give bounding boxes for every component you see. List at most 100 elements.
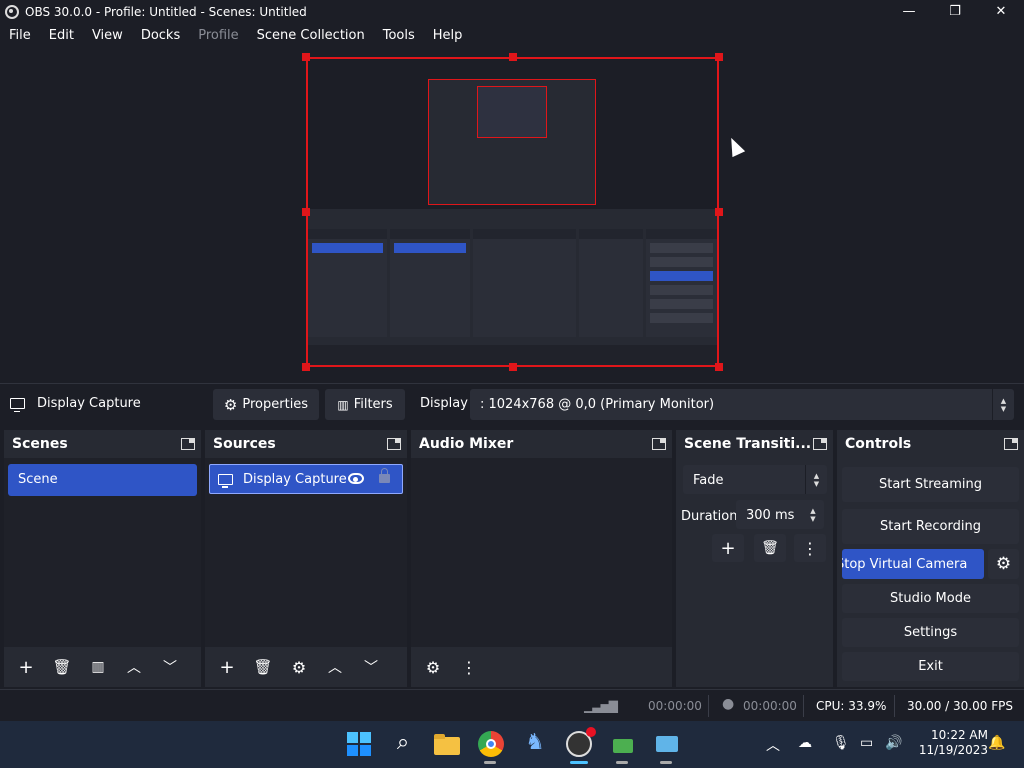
chevron-updown-icon: ▲ ▼ xyxy=(810,506,816,523)
maximize-button[interactable]: ❐ xyxy=(932,0,978,23)
monitor-icon xyxy=(10,398,25,412)
start-streaming-button[interactable]: Start Streaming xyxy=(842,467,1019,502)
menu-profile[interactable]: Profile xyxy=(189,28,247,43)
display-icon[interactable]: ▭ xyxy=(860,735,873,751)
record-status-icon: ● xyxy=(722,696,735,712)
undock-icon[interactable] xyxy=(813,438,827,450)
close-button[interactable]: ✕ xyxy=(978,0,1024,23)
notification-bell-icon[interactable]: 🔔 xyxy=(988,735,1005,751)
filters-icon: ▥ xyxy=(91,659,105,675)
app-rabbit-icon[interactable]: ♞ xyxy=(522,731,548,757)
virtual-camera-settings-button[interactable]: ⚙ xyxy=(988,549,1019,579)
microphone-icon[interactable]: 🎙 xyxy=(832,735,850,751)
duration-label: Duration xyxy=(681,509,738,524)
cpu-usage: CPU: 33.9% xyxy=(816,699,887,713)
resize-handle-r[interactable] xyxy=(715,208,723,216)
trash-icon: 🗑 xyxy=(52,658,72,676)
undock-icon[interactable] xyxy=(387,438,401,450)
scene-filters-button[interactable]: ▥ xyxy=(80,653,116,681)
remove-transition-button[interactable]: 🗑 xyxy=(754,534,786,562)
add-transition-button[interactable]: + xyxy=(712,534,744,562)
resize-handle-tl[interactable] xyxy=(302,53,310,61)
fps-readout: 30.00 / 30.00 FPS xyxy=(907,699,1013,713)
studio-mode-button[interactable]: Studio Mode xyxy=(842,584,1019,613)
exit-button[interactable]: Exit xyxy=(842,652,1019,681)
move-scene-down-button[interactable]: ﹀ xyxy=(152,653,188,681)
transition-menu-button[interactable]: ⋮ xyxy=(794,534,826,562)
status-bar: ▁▃▅▇ 00:00:00 ● 00:00:00 CPU: 33.9% 30.0… xyxy=(0,689,1024,721)
add-source-button[interactable]: + xyxy=(209,653,245,681)
chevron-down-icon: ﹀ xyxy=(364,660,378,676)
menu-help[interactable]: Help xyxy=(424,28,472,43)
source-properties-button[interactable]: ⚙ xyxy=(281,653,317,681)
display-select[interactable]: : 1024x768 @ 0,0 (Primary Monitor) ▲ ▼ xyxy=(470,389,1014,420)
scenes-dock: Scenes Scene + 🗑 ▥ ︿ ﹀ xyxy=(4,430,201,687)
sources-footer: + 🗑 ⚙ ︿ ﹀ xyxy=(205,647,407,687)
scenes-footer: + 🗑 ▥ ︿ ﹀ xyxy=(4,647,201,687)
sources-dock-title: Sources xyxy=(213,436,276,452)
undock-icon[interactable] xyxy=(181,438,195,450)
resize-handle-br[interactable] xyxy=(715,363,723,371)
speaker-icon[interactable]: 🔊 xyxy=(885,735,902,751)
remove-source-button[interactable]: 🗑 xyxy=(245,653,281,681)
chrome-icon[interactable] xyxy=(478,731,504,757)
undock-icon[interactable] xyxy=(652,438,666,450)
windows-start-icon[interactable] xyxy=(346,731,372,757)
menu-edit[interactable]: Edit xyxy=(40,28,83,43)
eye-icon[interactable] xyxy=(348,473,364,484)
clock-date: 11/19/2023 xyxy=(918,743,988,757)
resize-handle-bl[interactable] xyxy=(302,363,310,371)
trash-icon: 🗑 xyxy=(253,658,273,676)
minimize-button[interactable]: — xyxy=(886,0,932,23)
settings-button[interactable]: Settings xyxy=(842,618,1019,647)
duration-spinbox[interactable]: 300 ms ▲ ▼ xyxy=(736,500,824,529)
stop-virtual-camera-button[interactable]: Stop Virtual Camera xyxy=(842,549,984,579)
chevron-down-icon: ﹀ xyxy=(163,660,177,676)
properties-label: Properties xyxy=(242,397,309,412)
gear-icon: ⚙ xyxy=(291,657,307,677)
move-source-down-button[interactable]: ﹀ xyxy=(353,653,389,681)
filters-button[interactable]: ▥ Filters xyxy=(325,389,405,420)
move-source-up-button[interactable]: ︿ xyxy=(317,653,353,681)
search-icon[interactable]: ⌕ xyxy=(390,731,416,757)
source-item[interactable]: Display Capture xyxy=(209,464,403,494)
mixer-menu-button[interactable]: ⋮ xyxy=(451,653,487,681)
undock-icon[interactable] xyxy=(1004,438,1018,450)
chevron-up-icon: ︿ xyxy=(328,660,342,676)
gear-icon: ⚙ xyxy=(425,657,441,677)
advanced-audio-button[interactable]: ⚙ xyxy=(415,653,451,681)
chevron-up-icon[interactable]: ︿ xyxy=(766,735,780,755)
trash-icon: 🗑 xyxy=(761,540,779,556)
record-time: 00:00:00 xyxy=(743,699,797,713)
selection-outline xyxy=(306,57,719,367)
kebab-menu-icon: ⋮ xyxy=(461,657,477,677)
resize-handle-t[interactable] xyxy=(509,53,517,61)
scene-item[interactable]: Scene xyxy=(8,464,197,496)
remove-scene-button[interactable]: 🗑 xyxy=(44,653,80,681)
resize-handle-tr[interactable] xyxy=(715,53,723,61)
start-recording-button[interactable]: Start Recording xyxy=(842,509,1019,544)
menu-scene-collection[interactable]: Scene Collection xyxy=(248,28,374,43)
app-remote-icon[interactable] xyxy=(654,731,680,757)
app-green-icon[interactable] xyxy=(610,731,636,757)
file-explorer-icon[interactable] xyxy=(434,731,460,757)
audio-mixer-dock: Audio Mixer ⚙ ⋮ xyxy=(411,430,672,687)
taskbar-clock[interactable]: 10:22 AM 11/19/2023 xyxy=(919,728,988,758)
move-scene-up-button[interactable]: ︿ xyxy=(116,653,152,681)
menu-tools[interactable]: Tools xyxy=(374,28,424,43)
lock-icon[interactable] xyxy=(379,468,390,483)
add-scene-button[interactable]: + xyxy=(8,653,44,681)
network-disabled-icon[interactable]: ☁ xyxy=(798,735,812,751)
filters-label: Filters xyxy=(353,397,393,412)
gear-icon: ⚙ xyxy=(223,395,238,414)
menu-view[interactable]: View xyxy=(83,28,132,43)
display-select-value: : 1024x768 @ 0,0 (Primary Monitor) xyxy=(480,397,715,412)
transition-select[interactable]: Fade ▲ ▼ xyxy=(683,465,827,494)
menu-docks[interactable]: Docks xyxy=(132,28,189,43)
selected-source: Display Capture xyxy=(10,396,141,412)
resize-handle-b[interactable] xyxy=(509,363,517,371)
properties-button[interactable]: ⚙ Properties xyxy=(213,389,319,420)
resize-handle-l[interactable] xyxy=(302,208,310,216)
obs-taskbar-icon[interactable] xyxy=(566,727,596,757)
menu-file[interactable]: File xyxy=(0,28,40,43)
